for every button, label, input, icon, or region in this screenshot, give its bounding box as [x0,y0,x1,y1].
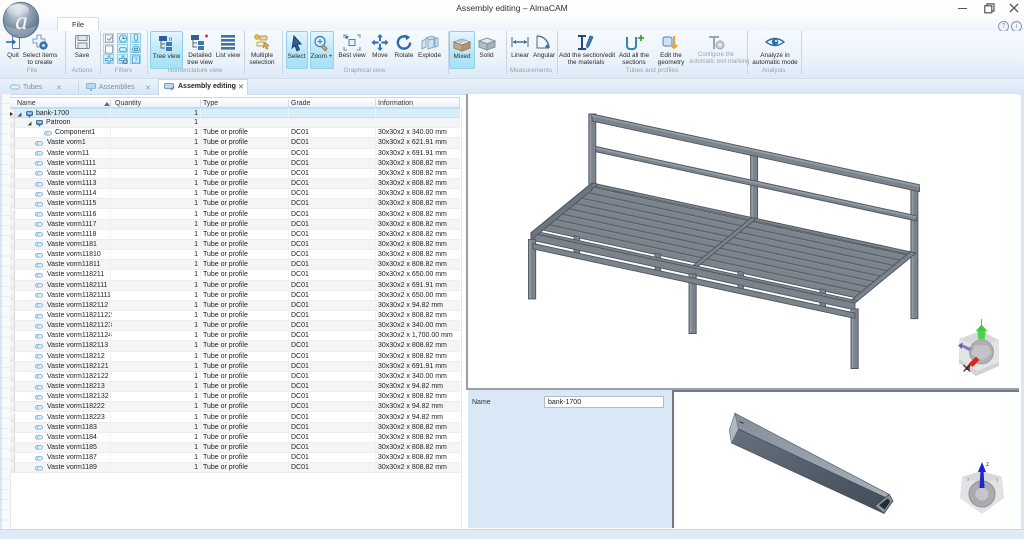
svg-text:?: ? [134,57,138,64]
svg-text:z: z [986,462,989,468]
svg-text:a: a [15,8,28,35]
